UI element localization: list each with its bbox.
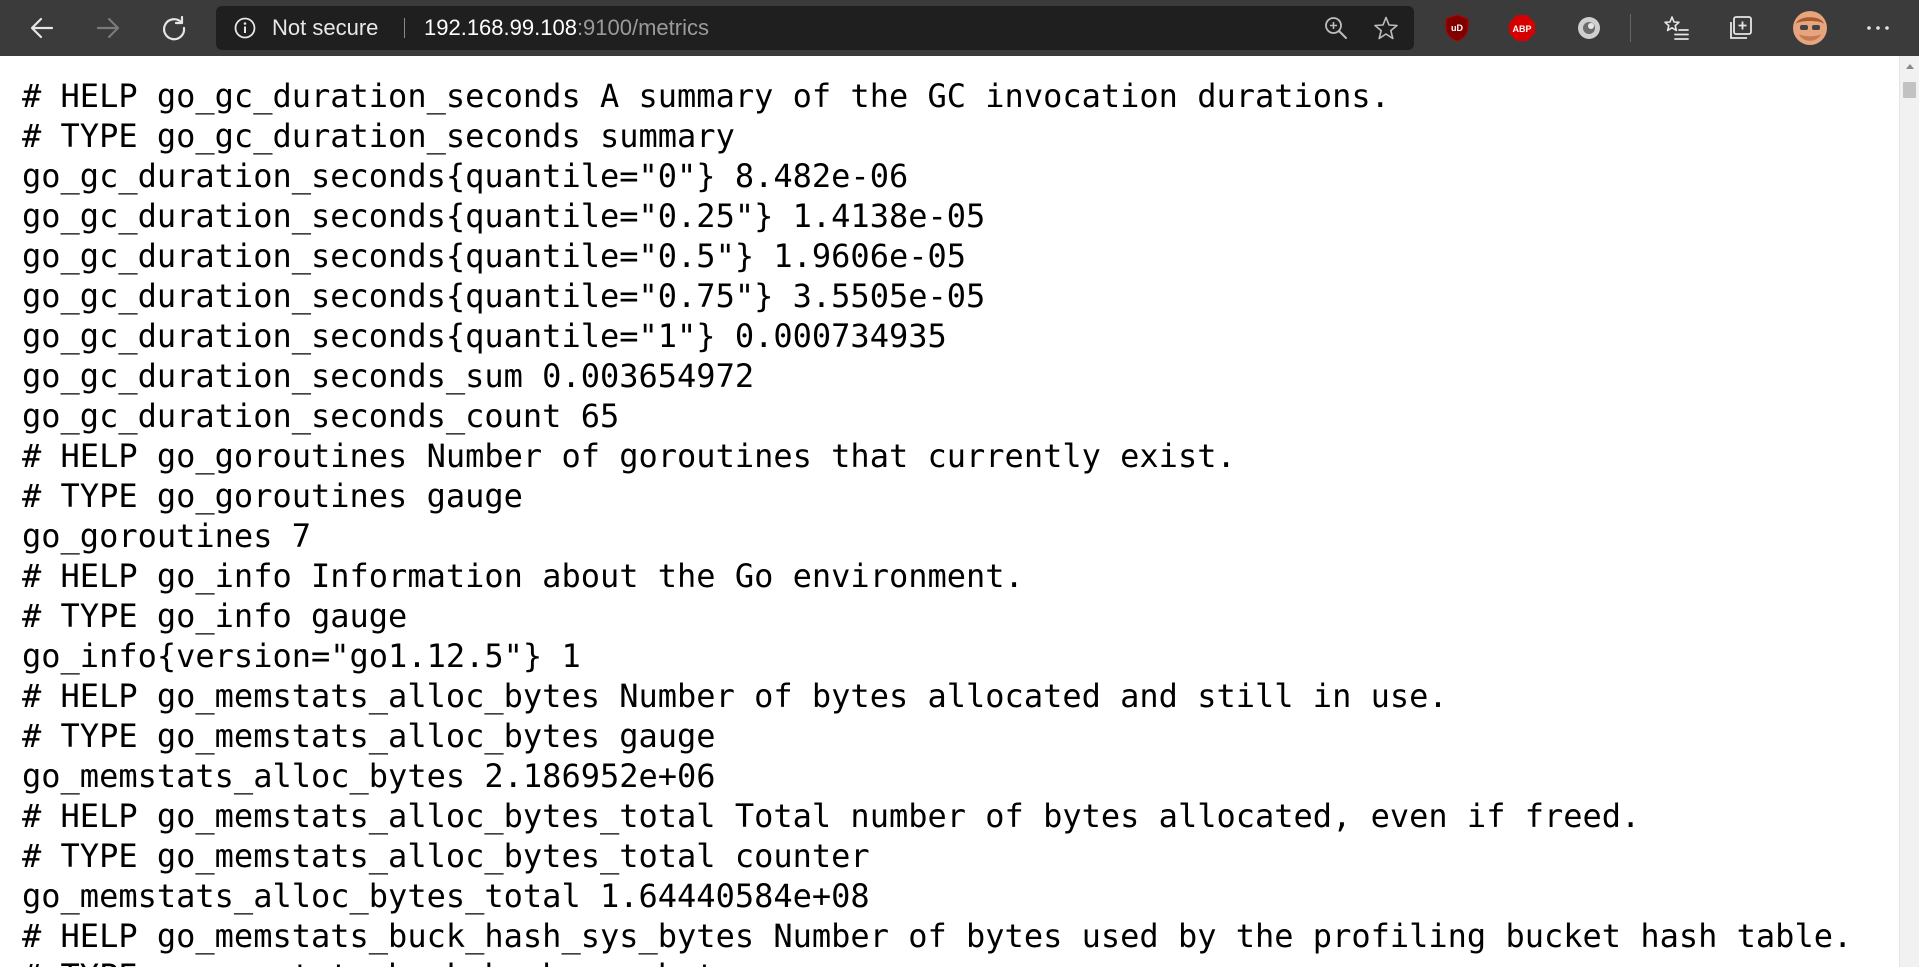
- url-text[interactable]: 192.168.99.108:9100/metrics: [424, 6, 709, 50]
- metric-line: # HELP go_memstats_alloc_bytes Number of…: [22, 677, 1448, 715]
- vertical-scrollbar[interactable]: [1899, 56, 1919, 967]
- metric-line: go_gc_duration_seconds{quantile="0.25"} …: [22, 197, 986, 235]
- favorites-list-icon: [1664, 16, 1689, 40]
- metric-line: go_info{version="go1.12.5"} 1: [22, 637, 581, 675]
- metric-line: # TYPE go_memstats_alloc_bytes_total cou…: [22, 837, 870, 875]
- adblock-plus-icon: ABP: [1509, 15, 1535, 41]
- metric-line: go_gc_duration_seconds{quantile="0.75"} …: [22, 277, 986, 315]
- metric-line: # TYPE go_memstats_buck_hash_sys_bytes g…: [22, 956, 1899, 967]
- refresh-icon: [163, 15, 186, 41]
- metrics-text: # HELP go_gc_duration_seconds A summary …: [0, 56, 1899, 967]
- metric-line: # TYPE go_goroutines gauge: [22, 477, 523, 515]
- ublock-origin-button[interactable]: uD: [1443, 14, 1471, 42]
- more-icon: [1867, 26, 1889, 30]
- metric-line: # HELP go_memstats_alloc_bytes_total Tot…: [22, 797, 1641, 835]
- refresh-button[interactable]: [152, 6, 196, 50]
- metric-line: go_gc_duration_seconds{quantile="0.5"} 1…: [22, 237, 967, 275]
- metric-line: # HELP go_gc_duration_seconds A summary …: [22, 77, 1390, 115]
- security-status[interactable]: Not secure: [272, 6, 378, 50]
- scroll-up-button[interactable]: [1900, 56, 1919, 76]
- adblock-plus-button[interactable]: ABP: [1508, 14, 1536, 42]
- ublock-origin-icon: uD: [1445, 14, 1469, 42]
- favorites-button[interactable]: [1654, 6, 1698, 50]
- address-divider: [404, 18, 405, 38]
- metric-line: go_gc_duration_seconds{quantile="1"} 0.0…: [22, 317, 947, 355]
- metric-line: # HELP go_info Information about the Go …: [22, 557, 1024, 595]
- toolbar-divider: [1630, 14, 1631, 42]
- url-path: :9100/metrics: [576, 15, 709, 40]
- metric-line: # TYPE go_info gauge: [22, 597, 408, 635]
- collections-button[interactable]: [1719, 6, 1763, 50]
- collections-icon: [1730, 16, 1752, 39]
- zoom-button[interactable]: [1314, 6, 1358, 50]
- avatar-icon: [1793, 11, 1827, 45]
- ublock-badge-text: uD: [1451, 23, 1463, 33]
- info-icon[interactable]: [234, 17, 256, 39]
- metric-line: # HELP go_memstats_buck_hash_sys_bytes N…: [22, 917, 1853, 955]
- star-icon: [1374, 16, 1398, 40]
- scrollbar-thumb[interactable]: [1903, 82, 1916, 98]
- page-content: # HELP go_gc_duration_seconds A summary …: [0, 56, 1899, 967]
- profile-button[interactable]: [1788, 6, 1832, 50]
- metric-line: go_memstats_alloc_bytes_total 1.64440584…: [22, 877, 870, 915]
- metric-line: go_gc_duration_seconds_sum 0.003654972: [22, 357, 755, 395]
- forward-button[interactable]: [86, 6, 130, 50]
- metric-line: # TYPE go_memstats_alloc_bytes gauge: [22, 717, 716, 755]
- scroll-up-arrow-icon: [1905, 64, 1914, 69]
- metric-line: # HELP go_goroutines Number of goroutine…: [22, 437, 1236, 475]
- metric-line: go_goroutines 7: [22, 517, 311, 555]
- forward-arrow-icon: [96, 17, 120, 39]
- metric-line: go_gc_duration_seconds{quantile="0"} 8.4…: [22, 157, 909, 195]
- browser-toolbar: Not secure 192.168.99.108:9100/metrics u…: [0, 0, 1919, 56]
- metric-line: go_memstats_alloc_bytes 2.186952e+06: [22, 757, 716, 795]
- zoom-in-icon: [1325, 17, 1347, 39]
- circle-extension-icon: [1578, 17, 1600, 39]
- favorite-button[interactable]: [1364, 6, 1408, 50]
- metric-line: go_gc_duration_seconds_count 65: [22, 397, 620, 435]
- metric-line: # TYPE go_gc_duration_seconds summary: [22, 117, 735, 155]
- abp-badge-text: ABP: [1512, 24, 1531, 34]
- url-host: 192.168.99.108: [424, 15, 577, 40]
- back-button[interactable]: [20, 6, 64, 50]
- address-bar[interactable]: Not secure 192.168.99.108:9100/metrics: [216, 6, 1414, 50]
- back-arrow-icon: [30, 17, 54, 39]
- extension-button[interactable]: [1575, 14, 1603, 42]
- settings-menu-button[interactable]: [1856, 6, 1900, 50]
